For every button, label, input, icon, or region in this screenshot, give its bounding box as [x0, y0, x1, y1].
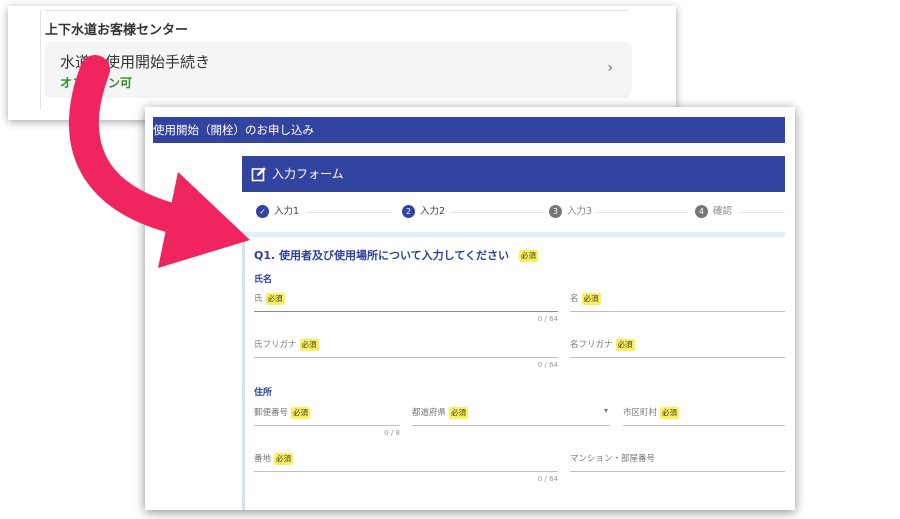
- question-title: Q1. 使用者及び使用場所について入力してください 必須: [254, 247, 538, 263]
- last-name-kana-field[interactable]: 氏フリガナ 必須: [254, 334, 558, 358]
- form-panel: 入力フォーム ✓ 入力1 2 入力2 3 入力3 4 確認 Q1. 使用者及び使…: [242, 156, 785, 510]
- prefecture-label: 都道府県: [412, 408, 447, 418]
- last-name-label: 氏: [254, 294, 263, 304]
- postal-code-label: 郵便番号: [254, 408, 289, 418]
- stepper-connector: [306, 212, 392, 213]
- stepper-connector: [450, 212, 546, 213]
- street-number-field[interactable]: 番地 必須: [254, 448, 558, 472]
- required-badge: 必須: [660, 406, 680, 419]
- check-icon: ✓: [256, 205, 269, 218]
- divider: [40, 10, 41, 110]
- first-name-kana-label: 名フリガナ: [570, 340, 613, 350]
- step-label: 入力2: [420, 206, 446, 217]
- step-label: 入力3: [567, 206, 593, 217]
- chevron-down-icon: ▾: [603, 406, 608, 415]
- section-accent-bar: [242, 232, 785, 237]
- stepper-connector: [740, 212, 785, 213]
- last-name-field[interactable]: 氏必須: [254, 288, 558, 312]
- field-label: マンション・部屋番号: [570, 452, 655, 464]
- required-badge: 必須: [581, 292, 601, 305]
- question-text: Q1. 使用者及び使用場所について入力してください: [254, 249, 510, 262]
- field-label: 都道府県 必須: [412, 406, 469, 419]
- customer-center-title: 上下水道お客様センター: [45, 23, 189, 38]
- building-field[interactable]: マンション・部屋番号: [570, 448, 785, 472]
- required-badge: 必須: [449, 406, 469, 419]
- street-number-label: 番地: [254, 454, 272, 464]
- char-counter: 0 / 64: [537, 475, 558, 483]
- service-item-water-start[interactable]: 水道の使用開始手続き オンライン可 ›: [45, 42, 631, 96]
- application-form-window: 使用開始（開栓）のお申し込み 入力フォーム ✓ 入力1 2 入力2 3 入力3 …: [145, 107, 795, 510]
- service-status-badge: オンライン可: [60, 76, 133, 90]
- field-label: 氏フリガナ 必須: [254, 338, 319, 351]
- step-label: 入力1: [274, 206, 300, 217]
- step-3-icon: 3: [549, 205, 562, 218]
- field-label: 名必須: [570, 292, 601, 305]
- step-4-icon: 4: [695, 205, 708, 218]
- stepper-connector: [596, 212, 688, 213]
- section-label-name: 氏名: [254, 275, 273, 285]
- section-left-accent: [242, 237, 245, 510]
- char-counter: 0 / 64: [537, 361, 558, 369]
- building-label: マンション・部屋番号: [570, 454, 656, 464]
- service-name: 水道の使用開始手続き: [60, 53, 211, 71]
- form-header: 入力フォーム: [242, 156, 785, 192]
- city-label: 市区町村: [623, 408, 658, 418]
- first-name-label: 名: [570, 294, 579, 304]
- required-badge: 必須: [265, 292, 285, 305]
- first-name-field[interactable]: 名必須: [570, 288, 785, 312]
- edit-icon: [251, 167, 266, 182]
- first-name-kana-field[interactable]: 名フリガナ 必須: [570, 334, 785, 358]
- postal-code-field[interactable]: 郵便番号 必須: [254, 402, 400, 426]
- field-label: 番地 必須: [254, 452, 294, 465]
- required-badge: 必須: [299, 338, 319, 351]
- field-label: 郵便番号 必須: [254, 406, 311, 419]
- required-badge: 必須: [291, 406, 311, 419]
- required-badge: 必須: [274, 452, 294, 465]
- required-badge: 必須: [518, 250, 538, 262]
- step-2-icon: 2: [402, 205, 415, 218]
- city-field[interactable]: 市区町村 必須: [623, 402, 785, 426]
- form-title: 入力フォーム: [272, 167, 344, 181]
- section-label-address: 住所: [254, 388, 273, 398]
- divider: [45, 10, 628, 11]
- field-label: 氏必須: [254, 292, 285, 305]
- field-label: 市区町村 必須: [623, 406, 680, 419]
- field-label: 名フリガナ 必須: [570, 338, 635, 351]
- step-label: 確認: [713, 206, 733, 217]
- chevron-right-icon: ›: [607, 60, 613, 76]
- customer-center-card: 上下水道お客様センター 水道の使用開始手続き オンライン可 ›: [8, 6, 676, 120]
- required-badge: 必須: [615, 338, 635, 351]
- char-counter: 0 / 8: [384, 429, 400, 437]
- page-title: 使用開始（開栓）のお申し込み: [153, 117, 785, 143]
- stepper: ✓ 入力1 2 入力2 3 入力3 4 確認: [242, 196, 785, 226]
- char-counter: 0 / 64: [537, 315, 558, 323]
- last-name-kana-label: 氏フリガナ: [254, 340, 297, 350]
- prefecture-select[interactable]: 都道府県 必須 ▾: [412, 402, 610, 426]
